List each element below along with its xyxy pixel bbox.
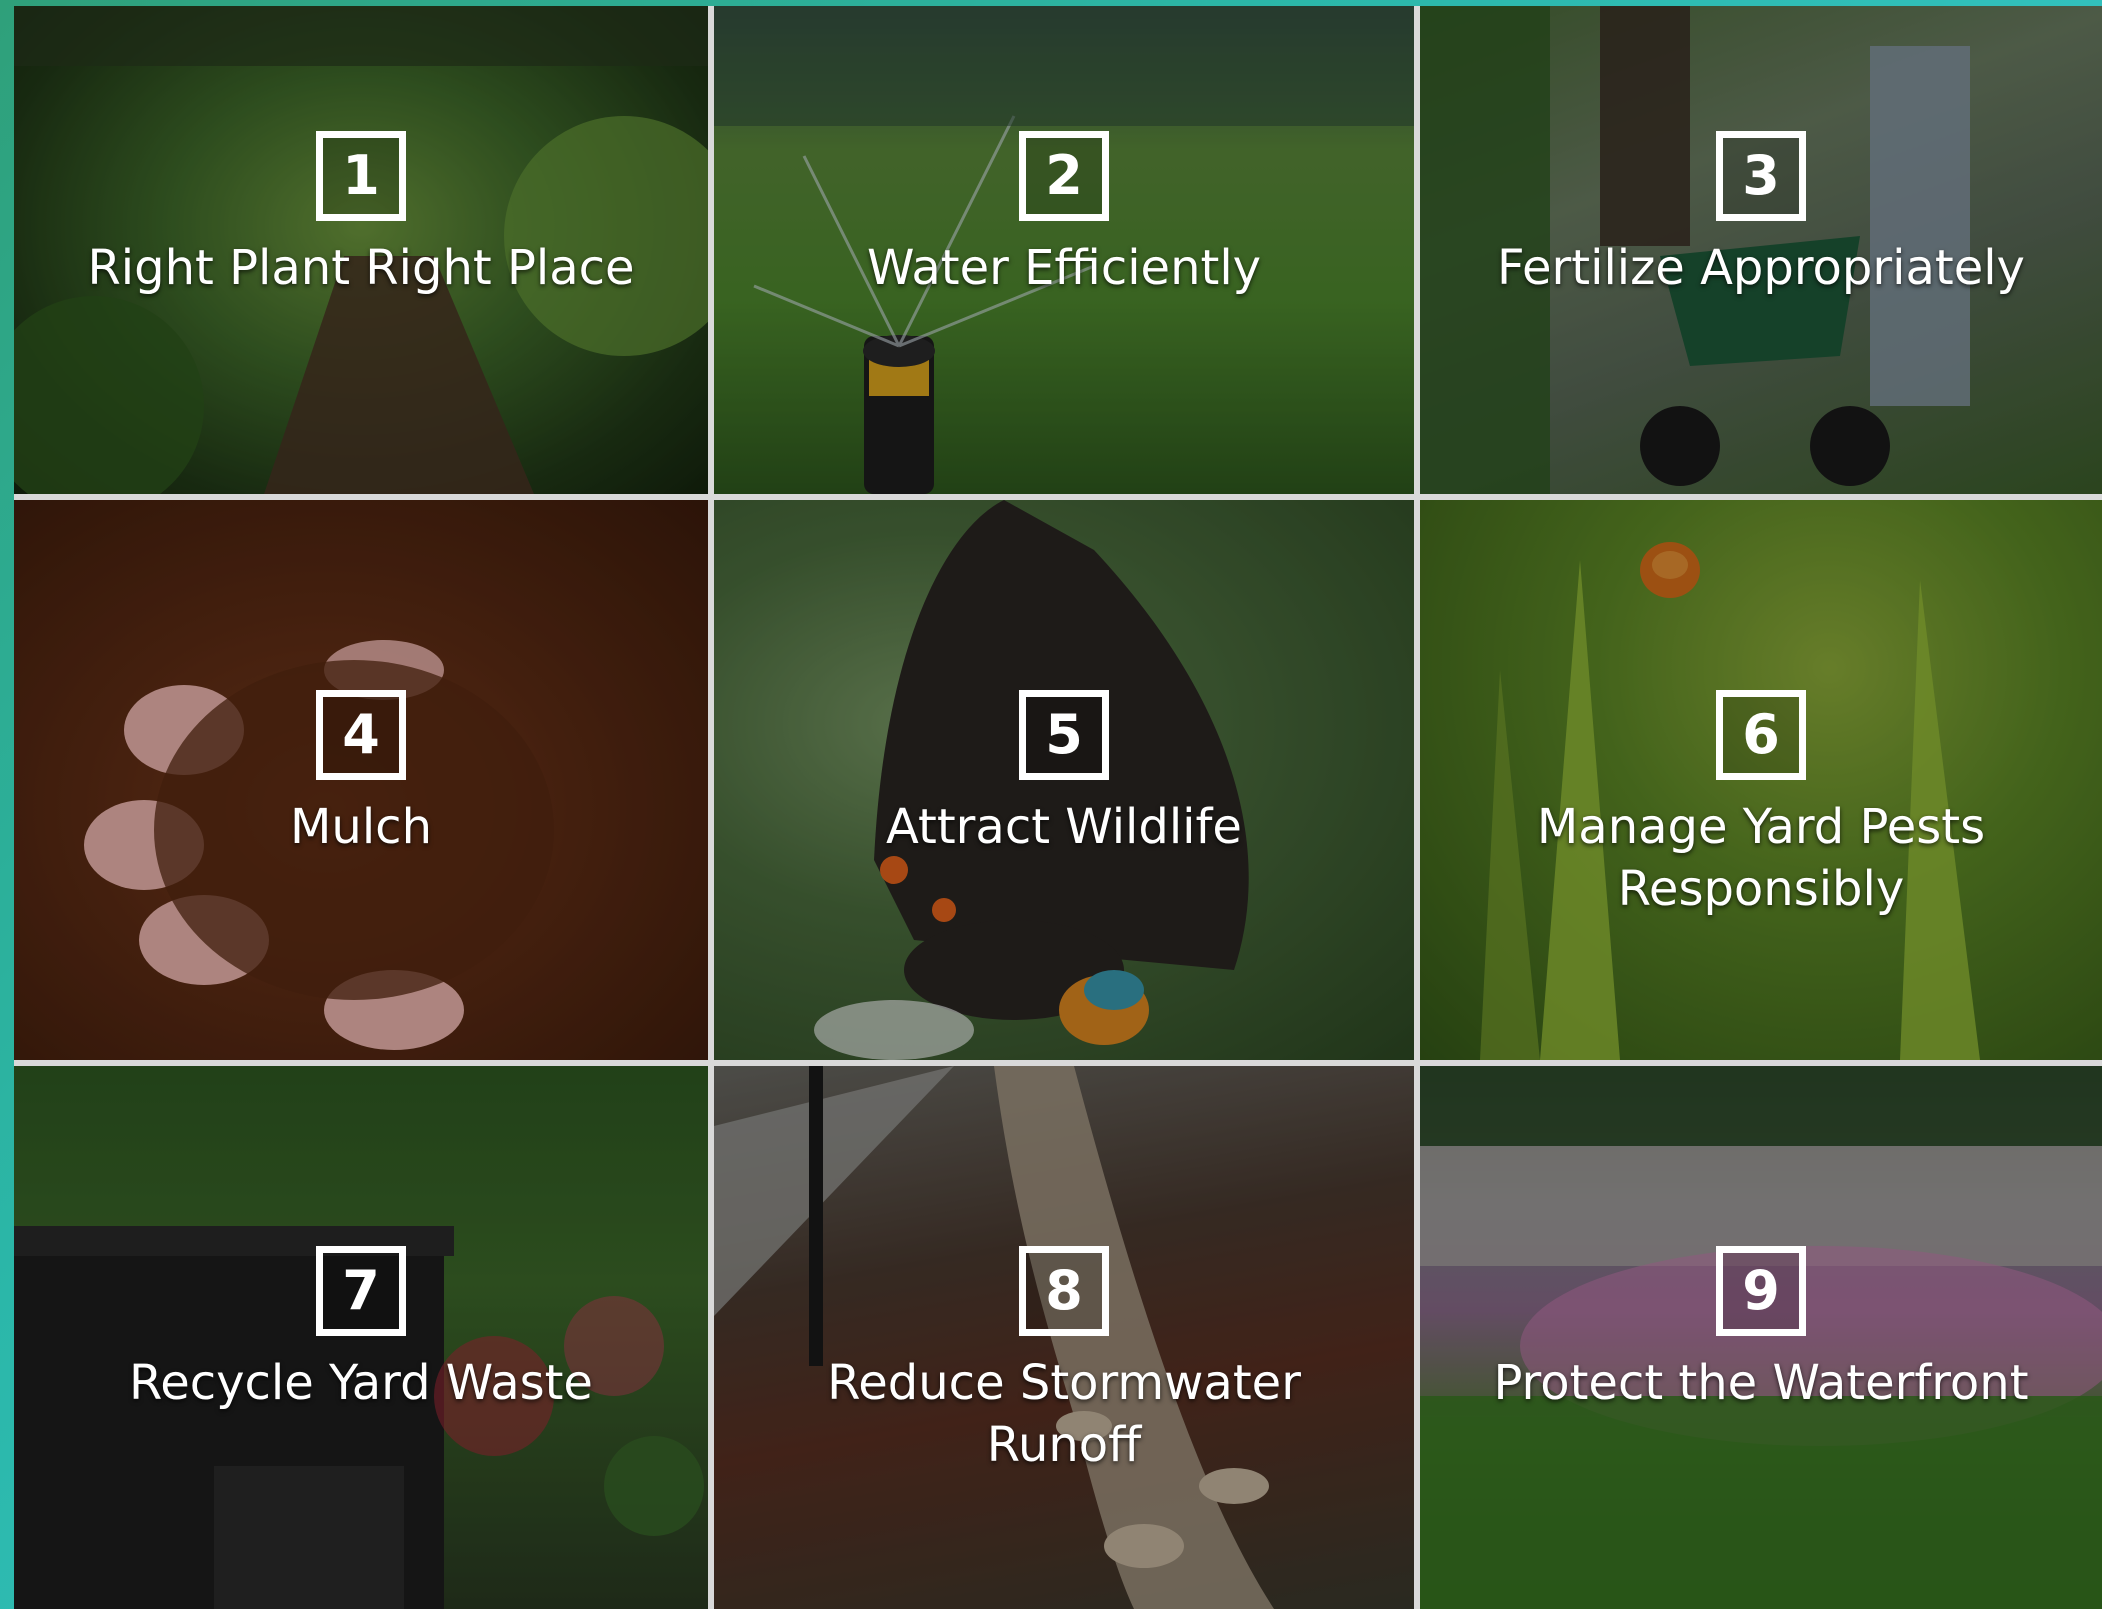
principle-label-7: Recycle Yard Waste bbox=[129, 1355, 593, 1411]
principle-tile-4[interactable]: 4 Mulch bbox=[14, 500, 708, 1060]
principle-tile-7[interactable]: 7 Recycle Yard Waste bbox=[14, 1066, 708, 1609]
principle-number-1: 1 bbox=[316, 131, 406, 221]
principle-tile-1[interactable]: 1 Right Plant Right Place bbox=[14, 6, 708, 494]
principle-tile-2[interactable]: 2 Water Efficiently bbox=[714, 6, 1414, 494]
principle-number-8: 8 bbox=[1019, 1246, 1109, 1336]
principle-label-2: Water Efficiently bbox=[866, 240, 1262, 296]
principle-tile-6[interactable]: 6 Manage Yard Pests Responsibly bbox=[1420, 500, 2102, 1060]
principle-label-5: Attract Wildlife bbox=[886, 799, 1242, 855]
principle-number-4: 4 bbox=[316, 690, 406, 780]
principle-label-9: Protect the Waterfront bbox=[1493, 1355, 2029, 1411]
principle-label-8: Reduce Stormwater Runoff bbox=[827, 1355, 1301, 1473]
principle-number-6: 6 bbox=[1716, 690, 1806, 780]
principle-number-2: 2 bbox=[1019, 131, 1109, 221]
principle-label-6: Manage Yard Pests Responsibly bbox=[1536, 799, 1986, 917]
principle-number-5: 5 bbox=[1019, 690, 1109, 780]
principle-tile-3[interactable]: 3 Fertilize Appropriately bbox=[1420, 6, 2102, 494]
principle-tile-5[interactable]: 5 Attract Wildlife bbox=[714, 500, 1414, 1060]
principle-tile-9[interactable]: 9 Protect the Waterfront bbox=[1420, 1066, 2102, 1609]
principle-number-3: 3 bbox=[1716, 131, 1806, 221]
principle-number-7: 7 bbox=[316, 1246, 406, 1336]
principle-label-3: Fertilize Appropriately bbox=[1497, 240, 2025, 296]
principles-grid: 1 Right Plant Right Place 2 Water Effici… bbox=[14, 6, 2102, 1609]
principle-label-4: Mulch bbox=[290, 799, 432, 855]
principle-tile-8[interactable]: 8 Reduce Stormwater Runoff bbox=[714, 1066, 1414, 1609]
principle-number-9: 9 bbox=[1716, 1246, 1806, 1336]
principle-label-1: Right Plant Right Place bbox=[87, 240, 635, 296]
